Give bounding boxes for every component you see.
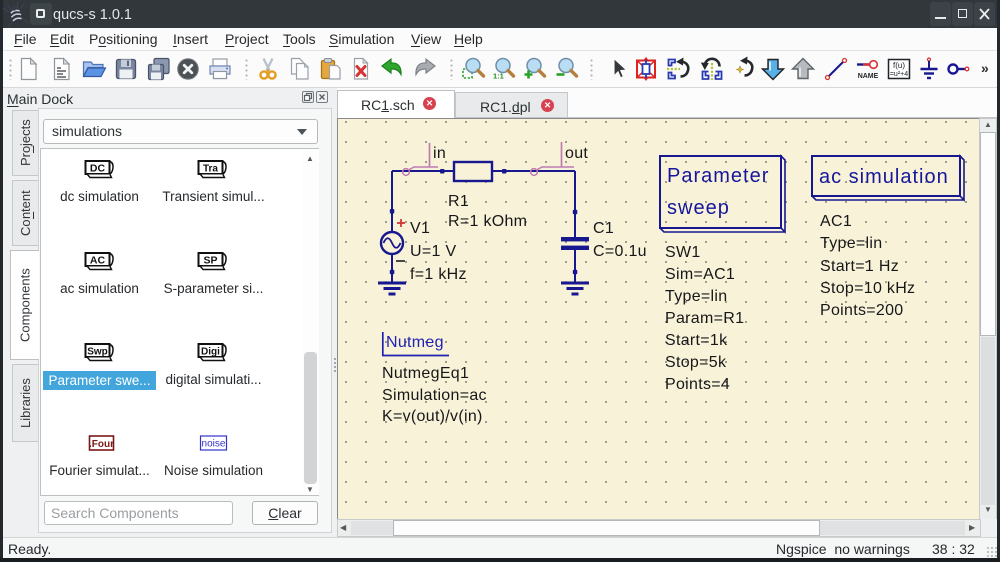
svg-text:Digi: Digi	[201, 346, 220, 357]
svg-text:f(u): f(u)	[893, 61, 905, 70]
svg-text:Swp: Swp	[87, 346, 108, 357]
svg-text:.Four: .Four	[89, 438, 114, 449]
svg-text:SP: SP	[203, 254, 217, 266]
svg-text:=u²+4: =u²+4	[890, 71, 908, 78]
svg-text:NAME: NAME	[858, 73, 879, 80]
svg-text:DC: DC	[90, 162, 106, 174]
svg-text:Tra: Tra	[203, 163, 218, 174]
svg-text:AC: AC	[90, 254, 106, 266]
svg-text:noise: noise	[202, 438, 226, 449]
svg-text:1:1: 1:1	[493, 72, 504, 81]
